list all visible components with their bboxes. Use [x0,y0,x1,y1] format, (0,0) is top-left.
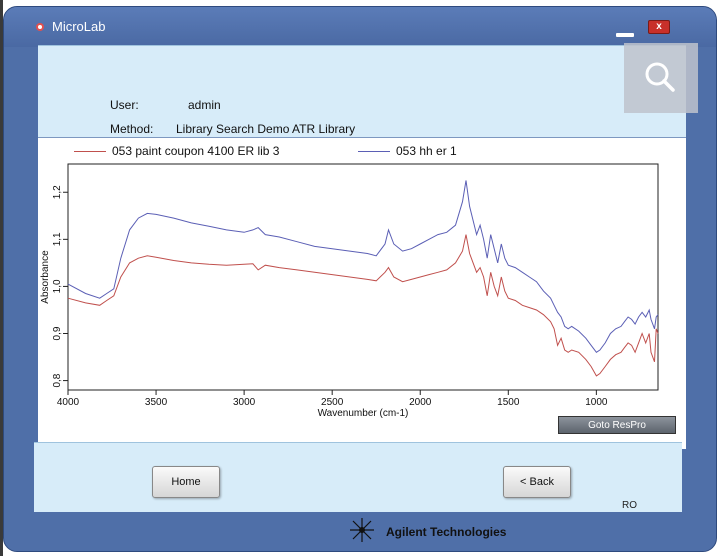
y-tick-label: 1,0 [52,279,63,293]
spectrum-chart-panel: 053 paint coupon 4100 ER lib 3 053 hh er… [38,137,686,449]
header-panel: User: admin Method: Library Search Demo … [38,45,686,137]
x-tick-label: 4000 [57,397,80,408]
x-tick-label: 3000 [233,397,256,408]
x-tick-label: 2000 [409,397,432,408]
footer-panel [34,442,682,512]
y-tick-label: 1,2 [52,185,63,199]
microlab-icon [36,23,44,31]
spectrum-chart: 4000 3500 3000 2500 2000 1500 1000 0,8 0,9 1,0 1,1… [40,163,659,419]
minimize-button[interactable] [616,33,634,37]
series-line-1 [67,234,659,377]
user-value: admin [188,98,221,112]
method-value: Library Search Demo ATR Library [176,122,356,136]
home-button[interactable]: Home [152,466,220,498]
goto-respro-button[interactable]: Goto ResPro [558,416,676,434]
title-bar[interactable]: MicroLab x [4,7,716,47]
y-tick-label: 0,8 [52,373,63,387]
x-tick-label: 3500 [145,397,168,408]
legend-swatch-2 [358,151,390,152]
legend-swatch-1 [74,151,106,152]
x-axis-label: Wavenumber (cm-1) [318,408,409,419]
x-tick-label: 2500 [321,397,344,408]
back-button[interactable]: < Back [503,466,571,498]
ro-indicator: RO [622,500,637,511]
user-label: User: [110,98,139,112]
brand-name: Agilent Technologies [386,525,507,539]
x-tick-label: 1500 [497,397,520,408]
plot-frame [67,163,659,391]
series-line-2 [67,180,659,353]
search-icon [645,62,675,92]
method-label: Method: [110,122,154,136]
y-axis-label: Absorbance [40,250,51,304]
close-button[interactable]: x [648,20,670,34]
y-tick-label: 0,9 [52,326,63,340]
x-tick-label: 1000 [585,397,608,408]
y-tick-label: 1,1 [52,232,63,246]
window-title: MicroLab [52,19,106,34]
agilent-spark-icon [350,518,374,542]
search-button[interactable] [624,43,698,113]
